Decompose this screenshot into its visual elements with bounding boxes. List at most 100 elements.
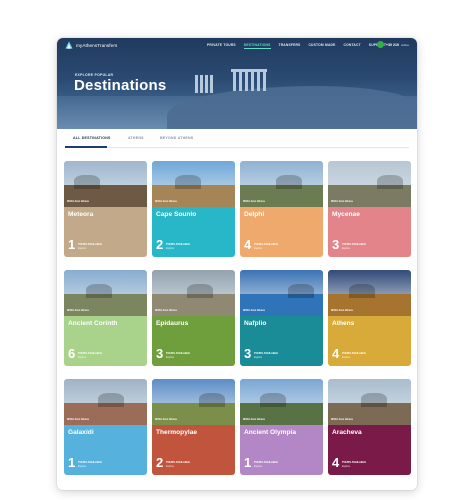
destination-info: Nafplio 3 TOURS AVAILABLE Explore [240, 316, 323, 366]
destination-info: Mycenae 3 TOURS AVAILABLE Explore [328, 207, 411, 257]
destination-photo: Within from Athens [152, 270, 235, 316]
photo-caption: Within from Athens [67, 200, 89, 203]
photo-landmark [199, 393, 225, 407]
tours-label: TOURS AVAILABLE [78, 352, 103, 355]
tours-label: TOURS AVAILABLE [166, 461, 191, 464]
tours-label: TOURS AVAILABLE [342, 461, 367, 464]
destination-photo: Within from Athens [240, 161, 323, 207]
photo-landmark [276, 175, 302, 189]
explore-link[interactable]: Explore [342, 247, 350, 250]
tours-label: TOURS AVAILABLE [254, 461, 279, 464]
destination-photo: Within from Athens [240, 379, 323, 425]
photo-caption: Within from Athens [243, 309, 265, 312]
temple-column [233, 71, 236, 91]
destination-card[interactable]: Within from Athens Ancient Corinth 6 TOURS … [64, 270, 147, 366]
explore-link[interactable]: Explore [78, 247, 86, 250]
temple-column [210, 75, 213, 93]
destination-card[interactable]: Within from Athens Nafplio 3 TOURS AVAILABL… [240, 270, 323, 366]
tour-count: 4 [332, 346, 340, 361]
destination-card[interactable]: Within from Athens Aracheva 4 TOURS AVAILAB… [328, 379, 411, 475]
destination-card[interactable]: Within from Athens Thermopylae 2 TOURS AVAI… [152, 379, 235, 475]
temple-column [251, 71, 254, 91]
destination-photo: Within from Athens [328, 270, 411, 316]
nav-item-private-tours[interactable]: PRIVATE TOURS [207, 43, 236, 49]
active-tab-indicator [65, 146, 107, 148]
destination-card[interactable]: Within from Athens Cape Sounio 2 TOURS AVAI… [152, 161, 235, 257]
explore-link[interactable]: Explore [254, 356, 262, 359]
temple-column [205, 75, 208, 93]
destination-name[interactable]: Thermopylae [156, 429, 197, 436]
photo-caption: Within from Athens [67, 418, 89, 421]
tour-count: 1 [68, 237, 76, 252]
nav-item-custom-made[interactable]: CUSTOM MADE [308, 43, 335, 49]
tour-count: 4 [332, 455, 340, 470]
tab-athens[interactable]: ATHENS [128, 136, 144, 140]
destination-card[interactable]: Within from Athens Ancient Olympia 1 TOURS … [240, 379, 323, 475]
navbar: myAthensTransfers PRIVATE TOURS DESTINATI… [57, 38, 417, 52]
photo-landmark [377, 175, 403, 189]
nav-item-contact[interactable]: CONTACT [344, 43, 361, 49]
whatsapp-icon[interactable] [376, 41, 384, 48]
destination-card[interactable]: Within from Athens Mycenae 3 TOURS AVAILABL… [328, 161, 411, 257]
photo-landmark [288, 284, 314, 298]
photo-caption: Within from Athens [243, 418, 265, 421]
destination-card[interactable]: Within from Athens Delphi 4 TOURS AVAILABLE… [240, 161, 323, 257]
nav-item-destinations[interactable]: DESTINATIONS [243, 43, 271, 49]
temple-column [263, 71, 266, 91]
tab-all-destinations[interactable]: ALL DESTINATIONS [73, 136, 111, 140]
destination-name[interactable]: Meteora [68, 211, 93, 218]
temple-column [245, 71, 248, 91]
destination-photo: Within from Athens [328, 379, 411, 425]
destination-name[interactable]: Epidaurus [156, 320, 188, 327]
phone-number[interactable]: +30 210 [386, 43, 399, 47]
explore-link[interactable]: Explore [254, 465, 262, 468]
explore-link[interactable]: Explore [342, 465, 350, 468]
browser-frame: myAthensTransfers PRIVATE TOURS DESTINATI… [57, 38, 417, 490]
destination-name[interactable]: Ancient Corinth [68, 320, 117, 327]
tour-count: 2 [156, 455, 164, 470]
explore-link[interactable]: Explore [166, 247, 174, 250]
explore-link[interactable]: Explore [78, 465, 86, 468]
destination-name[interactable]: Nafplio [244, 320, 266, 327]
destination-photo: Within from Athens [152, 161, 235, 207]
explore-link[interactable]: Explore [166, 465, 174, 468]
destination-name[interactable]: Ancient Olympia [244, 429, 296, 436]
explore-link[interactable]: Explore [342, 356, 350, 359]
phone-status: online [400, 42, 409, 47]
destination-photo: Within from Athens [64, 379, 147, 425]
photo-caption: Within from Athens [331, 309, 353, 312]
contact-area: +30 210 online [376, 41, 409, 48]
destination-name[interactable]: Galaxidi [68, 429, 94, 436]
destination-name[interactable]: Delphi [244, 211, 264, 218]
destination-name[interactable]: Aracheva [332, 429, 362, 436]
destination-name[interactable]: Cape Sounio [156, 211, 196, 218]
photo-caption: Within from Athens [331, 200, 353, 203]
photo-landmark [98, 393, 124, 407]
tours-label: TOURS AVAILABLE [254, 243, 279, 246]
photo-caption: Within from Athens [155, 200, 177, 203]
temple-column [200, 75, 203, 93]
destination-name[interactable]: Mycenae [332, 211, 360, 218]
destination-card[interactable]: Within from Athens Meteora 1 TOURS AVAILABL… [64, 161, 147, 257]
tour-count: 3 [332, 237, 340, 252]
destination-card[interactable]: Within from Athens Galaxidi 1 TOURS AVAILAB… [64, 379, 147, 475]
photo-caption: Within from Athens [331, 418, 353, 421]
destination-info: Ancient Olympia 1 TOURS AVAILABLE Explore [240, 425, 323, 475]
temple-column [195, 75, 198, 93]
page-title: Destinations [74, 77, 167, 94]
tab-beyond-athens[interactable]: BEYOND ATHENS [160, 136, 193, 140]
destination-name[interactable]: Athens [332, 320, 354, 327]
photo-landmark [349, 284, 375, 298]
destination-card[interactable]: Within from Athens Athens 4 TOURS AVAILABLE… [328, 270, 411, 366]
explore-link[interactable]: Explore [166, 356, 174, 359]
explore-link[interactable]: Explore [254, 247, 262, 250]
explore-link[interactable]: Explore [78, 356, 86, 359]
hero-banner: myAthensTransfers PRIVATE TOURS DESTINATI… [57, 38, 417, 129]
logo[interactable]: myAthensTransfers [65, 41, 117, 49]
main-nav: PRIVATE TOURS DESTINATIONS TRANSFERS CUSTOM… [207, 43, 386, 49]
temple-architrave [231, 69, 267, 72]
destination-info: Athens 4 TOURS AVAILABLE Explore [328, 316, 411, 366]
nav-item-transfers[interactable]: TRANSFERS [279, 43, 301, 49]
destination-card[interactable]: Within from Athens Epidaurus 3 TOURS AVAILA… [152, 270, 235, 366]
photo-landmark [175, 175, 201, 189]
